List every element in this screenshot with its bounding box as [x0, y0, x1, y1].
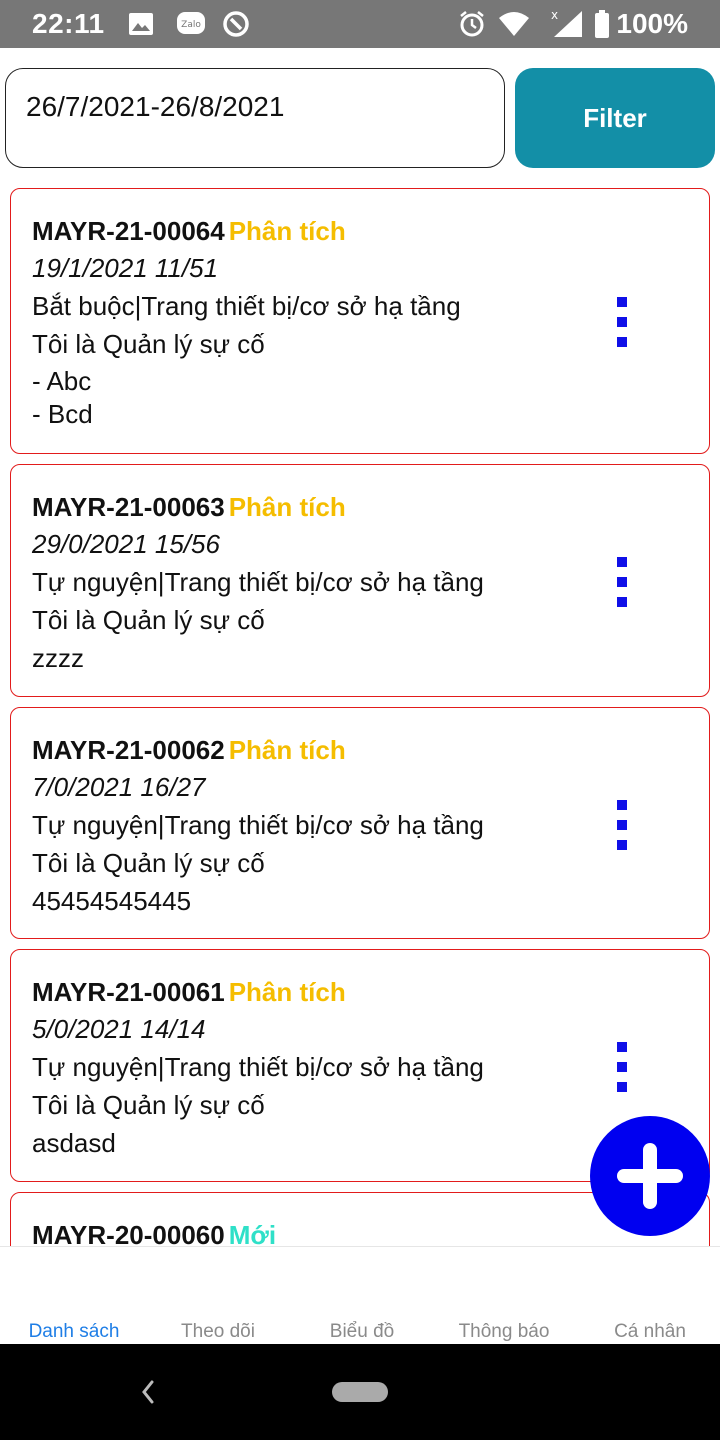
incident-status: Mới	[228, 1220, 277, 1246]
incident-status: Phân tích	[228, 977, 346, 1007]
zalo-icon: Zalo	[176, 10, 206, 38]
incident-note: zzzz	[32, 643, 84, 673]
incident-date: 7/0/2021 16/27	[32, 772, 206, 802]
incident-card[interactable]: MAYR-21-00062 Phân tích 7/0/2021 16/27 Tự…	[10, 707, 710, 939]
cell-signal-icon: x	[548, 9, 584, 38]
incident-status: Phân tích	[228, 216, 346, 246]
incident-role: Tôi là Quản lý sự cố	[32, 329, 265, 359]
incident-status: Phân tích	[228, 492, 346, 522]
add-incident-button[interactable]	[590, 1116, 710, 1236]
back-icon[interactable]	[136, 1372, 160, 1412]
incident-code: MAYR-21-00063	[32, 492, 225, 522]
wifi-icon	[498, 10, 530, 38]
bottom-tab-bar: Danh sách Theo dõi Biểu đồ Thông báo Cá …	[0, 1246, 720, 1344]
incident-code: MAYR-20-00060	[32, 1220, 225, 1246]
svg-text:x: x	[551, 9, 558, 22]
home-pill[interactable]	[332, 1382, 388, 1402]
incident-card[interactable]: MAYR-21-00063 Phân tích 29/0/2021 15/56 T…	[10, 464, 710, 697]
tab-theo-doi[interactable]: Theo dõi	[146, 1321, 290, 1343]
incident-code: MAYR-21-00062	[32, 735, 225, 765]
tab-danh-sach[interactable]: Danh sách	[2, 1321, 146, 1343]
battery-icon	[594, 10, 610, 38]
battery-percentage: 100%	[616, 8, 688, 39]
incident-category: Bắt buộc|Trang thiết bị/cơ sở hạ tầng	[32, 291, 461, 321]
incident-list[interactable]: MAYR-21-00064 Phân tích 19/1/2021 11/51 B…	[0, 188, 720, 1246]
plus-icon	[617, 1143, 683, 1209]
incident-category: Tự nguyện|Trang thiết bị/cơ sở hạ tầng	[32, 567, 484, 597]
more-options-icon[interactable]	[617, 557, 631, 607]
more-options-icon[interactable]	[617, 297, 631, 347]
incident-card[interactable]: MAYR-21-00064 Phân tích 19/1/2021 11/51 B…	[10, 188, 710, 454]
tab-thong-bao[interactable]: Thông báo	[432, 1321, 576, 1343]
incident-note: 45454545445	[32, 886, 192, 916]
incident-status: Phân tích	[228, 735, 346, 765]
signal-app-icon	[222, 10, 250, 38]
tab-ca-nhan[interactable]: Cá nhân	[578, 1321, 720, 1343]
incident-code: MAYR-21-00061	[32, 977, 225, 1007]
incident-date: 29/0/2021 15/56	[32, 529, 220, 559]
image-icon	[128, 10, 154, 38]
incident-role: Tôi là Quản lý sự cố	[32, 1090, 265, 1120]
filter-button[interactable]: Filter	[515, 68, 715, 168]
status-bar: 22:11 Zalo x 100%	[0, 0, 720, 48]
tab-bieu-do[interactable]: Biểu đồ	[290, 1321, 434, 1343]
incident-category: Tự nguyện|Trang thiết bị/cơ sở hạ tầng	[32, 1052, 484, 1082]
incident-date: 5/0/2021 14/14	[32, 1014, 206, 1044]
incident-date: 19/1/2021 11/51	[32, 253, 219, 283]
more-options-icon[interactable]	[617, 800, 631, 850]
incident-category: Tự nguyện|Trang thiết bị/cơ sở hạ tầng	[32, 810, 484, 840]
more-options-icon[interactable]	[617, 1042, 631, 1092]
alarm-icon	[458, 10, 486, 38]
date-range-input[interactable]: 26/7/2021-26/8/2021	[5, 68, 505, 168]
status-time: 22:11	[32, 8, 105, 39]
incident-role: Tôi là Quản lý sự cố	[32, 605, 265, 635]
svg-text:Zalo: Zalo	[181, 20, 201, 30]
incident-code: MAYR-21-00064	[32, 216, 225, 246]
incident-role: Tôi là Quản lý sự cố	[32, 848, 265, 878]
incident-note: - Abc - Bcd	[32, 366, 93, 429]
